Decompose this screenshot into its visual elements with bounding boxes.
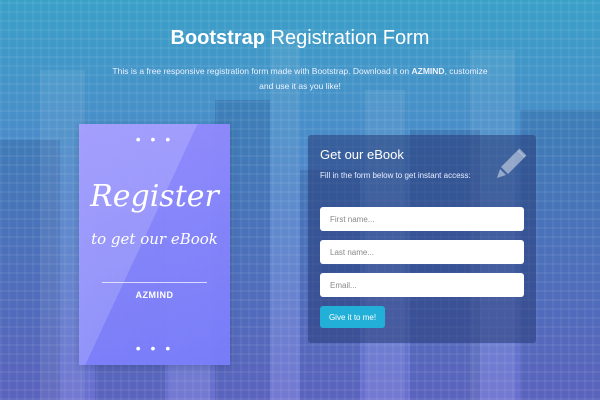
pencil-icon <box>497 148 527 178</box>
form-header: Get our eBook Fill in the form below to … <box>308 135 536 192</box>
page-header: Bootstrap Registration Form This is a fr… <box>0 26 600 94</box>
first-name-input[interactable] <box>320 207 524 231</box>
form-description: Fill in the form below to get instant ac… <box>320 171 471 180</box>
ebook-cover-card: • • • Register to get our eBook AZMIND •… <box>79 124 230 365</box>
form-title: Get our eBook <box>320 147 404 162</box>
subtitle-text: This is a free responsive registration f… <box>112 66 410 76</box>
last-name-input[interactable] <box>320 240 524 264</box>
title-light: Registration Form <box>270 27 430 49</box>
subtitle-brand-link[interactable]: AZMIND <box>412 66 445 76</box>
submit-button[interactable]: Give it to me! <box>320 306 385 328</box>
registration-form-panel: Get our eBook Fill in the form below to … <box>308 135 536 343</box>
card-dots-top: • • • <box>135 131 174 147</box>
title-bold: Bootstrap <box>170 27 265 49</box>
card-dots-bottom: • • • <box>135 340 174 356</box>
email-input[interactable] <box>320 273 524 297</box>
card-title: Register <box>90 179 219 214</box>
card-subtitle: to get our eBook <box>91 230 218 248</box>
card-divider <box>102 282 207 283</box>
page-title: Bootstrap Registration Form <box>0 26 600 50</box>
page-subtitle: This is a free responsive registration f… <box>110 64 490 94</box>
card-brand: AZMIND <box>135 290 174 300</box>
